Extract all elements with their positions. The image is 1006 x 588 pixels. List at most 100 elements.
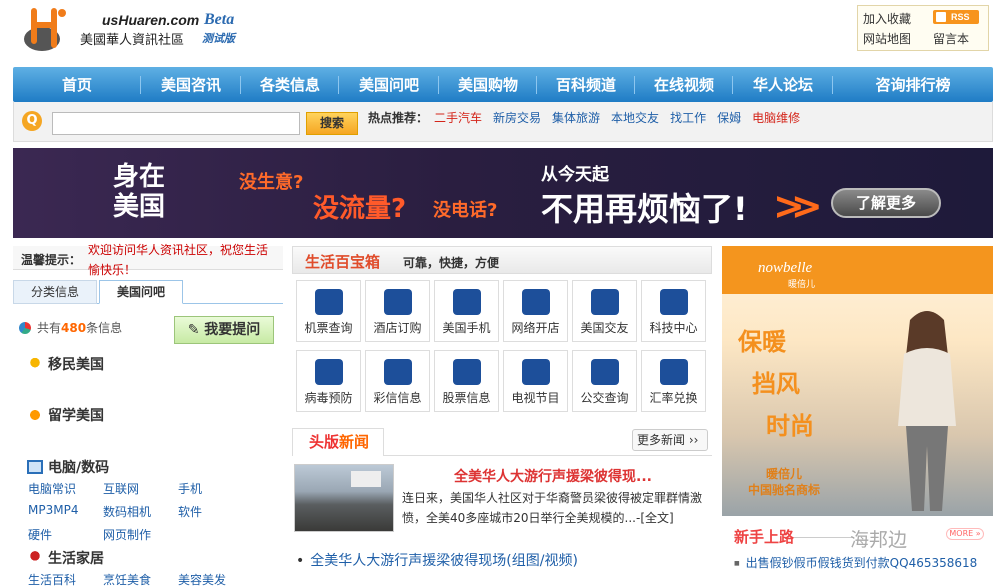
tool-antenna[interactable]: 科技中心 xyxy=(641,280,706,342)
sitemap-link[interactable]: 网站地图 xyxy=(863,30,911,47)
category-study-abroad[interactable]: 留学美国 xyxy=(27,405,104,425)
flower-icon xyxy=(27,408,43,422)
tool-label: 股票信息 xyxy=(442,391,491,405)
tool-label: 网络开店 xyxy=(511,321,560,335)
middle-column: 生活百宝箱 可靠，快捷，方便 机票查询 酒店订购 美国手机 网络开店 美国交友 科技中心病… xyxy=(292,246,713,578)
hot-link-3[interactable]: 本地交友 xyxy=(611,109,659,126)
link-pc-basics[interactable]: 电脑常识 xyxy=(28,480,103,497)
link-mobile[interactable]: 手机 xyxy=(178,480,253,497)
link-hardware[interactable]: 硬件 xyxy=(28,526,103,543)
category-immigration[interactable]: 移民美国 xyxy=(27,354,104,374)
tool-people[interactable]: 美国交友 xyxy=(572,280,637,342)
tool-label: 科技中心 xyxy=(649,321,698,335)
category-computer[interactable]: 电脑/数码 xyxy=(27,457,109,477)
hot-label: 热点推荐： xyxy=(368,111,429,125)
newbie-link[interactable]: 出售假钞假币假钱货到付款QQ465358618 xyxy=(734,554,978,571)
top-links-box: 加入收藏 网站地图 留言本 RSS xyxy=(857,5,989,51)
tab-classifieds[interactable]: 分类信息 xyxy=(13,280,97,304)
news-title: 头版新闻 xyxy=(292,428,384,456)
link-life-tips[interactable]: 生活百科 xyxy=(28,571,103,588)
banner-text-3: 没流量? xyxy=(313,194,407,224)
tool-chart-screen[interactable]: 股票信息 xyxy=(434,350,499,412)
link-camera[interactable]: 数码相机 xyxy=(103,503,178,520)
link-web-design[interactable]: 网页制作 xyxy=(103,526,178,543)
tip-bar: 温馨提示： 欢迎访问华人资讯社区，祝您生活愉快乐！ xyxy=(13,243,283,277)
tool-label: 美国手机 xyxy=(442,321,491,335)
logo-site-name: 美國華人資訊社區 xyxy=(80,33,185,48)
chart-screen-icon xyxy=(452,359,481,385)
tool-label: 机票查询 xyxy=(304,321,353,335)
toolbox-grid: 机票查询 酒店订购 美国手机 网络开店 美国交友 科技中心病毒预防 彩信信息 股票信息 电视节目… xyxy=(296,280,710,412)
search-button[interactable]: 搜索 xyxy=(306,112,358,135)
search-input[interactable] xyxy=(52,112,300,135)
guestbook-link[interactable]: 留言本 xyxy=(933,30,969,47)
search-bar: Q 搜索 热点推荐： 二手汽车 新房交易 集体旅游 本地交友 找工作 保姆 电脑维修 xyxy=(13,102,993,142)
rss-button[interactable]: RSS xyxy=(933,10,979,24)
tool-phone[interactable]: 美国手机 xyxy=(434,280,499,342)
link-mp3[interactable]: MP3MP4 xyxy=(28,503,103,520)
tool-plane[interactable]: 机票查询 xyxy=(296,280,361,342)
nav-ranking[interactable]: 咨询排行榜 xyxy=(833,67,993,102)
category-home-life[interactable]: 生活家居 xyxy=(27,548,104,568)
hot-link-1[interactable]: 新房交易 xyxy=(493,109,541,126)
nav-us-shopping[interactable]: 美国购物 xyxy=(439,67,537,102)
side-ad[interactable]: nowbelle 暖倍儿 保暖 挡风 时尚 暖倍儿 中国驰名商标 xyxy=(722,246,993,516)
link-cooking[interactable]: 烹饪美食 xyxy=(103,571,178,588)
news-list-item[interactable]: 全美华人大游行声援梁彼得现场(组图/视频) xyxy=(296,550,578,570)
more-news-button[interactable]: 更多新闻 ›› xyxy=(632,429,708,451)
nav-encyclopedia[interactable]: 百科频道 xyxy=(537,67,635,102)
banner-text-2: 没生意? xyxy=(239,172,304,193)
toolbox-title: 生活百宝箱 xyxy=(305,253,381,271)
home-life-links: 生活百科 烹饪美食 美容美发 xyxy=(28,571,253,588)
tip-message: 欢迎访问华人资讯社区，祝您生活愉快乐！ xyxy=(88,243,269,277)
ad-brand: nowbelle xyxy=(758,260,813,276)
tool-scale[interactable]: 汇率兑换 xyxy=(641,350,706,412)
newbie-title: 新手上路 xyxy=(734,528,795,546)
link-software[interactable]: 软件 xyxy=(178,503,253,520)
tool-building[interactable]: 酒店订购 xyxy=(365,280,430,342)
card-icon xyxy=(383,359,412,385)
nav-home[interactable]: 首页 xyxy=(13,67,141,102)
divider xyxy=(794,537,854,538)
tool-label: 美国交友 xyxy=(580,321,629,335)
hot-link-0[interactable]: 二手汽车 xyxy=(434,109,482,126)
news-headline[interactable]: 全美华人大游行声援梁彼得现... xyxy=(454,466,652,486)
learn-more-button[interactable]: 了解更多 xyxy=(831,188,941,218)
hot-link-4[interactable]: 找工作 xyxy=(670,109,706,126)
tool-card[interactable]: 彩信信息 xyxy=(365,350,430,412)
nav-video[interactable]: 在线视频 xyxy=(635,67,733,102)
ask-question-button[interactable]: ✎ 我要提问 xyxy=(174,316,274,344)
logo-mark-icon xyxy=(24,8,66,51)
nav-us-qa[interactable]: 美国问吧 xyxy=(339,67,439,102)
news-thumbnail[interactable] xyxy=(294,464,394,532)
nav-classifieds[interactable]: 各类信息 xyxy=(241,67,339,102)
link-beauty[interactable]: 美容美发 xyxy=(178,571,253,588)
nav-us-news[interactable]: 美国咨讯 xyxy=(141,67,241,102)
add-favorite-link[interactable]: 加入收藏 xyxy=(863,10,911,27)
hot-link-5[interactable]: 保姆 xyxy=(717,109,741,126)
promo-banner[interactable]: 身在美国 没生意? 没流量? 没电话? 从今天起 不用再烦恼了! >> 了解更多 xyxy=(13,148,993,238)
ad-brand-cn: 暖倍儿 xyxy=(788,280,816,290)
tool-bus[interactable]: 公交查询 xyxy=(572,350,637,412)
more-button[interactable]: MORE » xyxy=(946,528,984,540)
link-internet[interactable]: 互联网 xyxy=(103,480,178,497)
computer-links: 电脑常识 互联网 手机 MP3MP4 数码相机 软件 硬件 网页制作 xyxy=(28,480,253,543)
tool-medical-cross[interactable]: 病毒预防 xyxy=(296,350,361,412)
tab-us-qa[interactable]: 美国问吧 xyxy=(99,280,183,304)
news-header: 头版新闻 更多新闻 ›› xyxy=(292,426,712,456)
people-icon xyxy=(590,289,619,315)
pie-chart-icon xyxy=(19,322,31,334)
hot-link-2[interactable]: 集体旅游 xyxy=(552,109,600,126)
site-logo[interactable]: usHuaren.com 美國華人資訊社區 Beta 测试版 xyxy=(22,5,282,55)
left-column: 温馨提示： 欢迎访问华人资讯社区，祝您生活愉快乐！ 分类信息 美国问吧 共有48… xyxy=(13,243,283,587)
hot-link-6[interactable]: 电脑维修 xyxy=(752,109,800,126)
tool-tv[interactable]: 电视节目 xyxy=(503,350,568,412)
nav-forum[interactable]: 华人论坛 xyxy=(733,67,833,102)
tool-label: 汇率兑换 xyxy=(649,391,698,405)
main-nav: 首页 美国咨讯 各类信息 美国问吧 美国购物 百科频道 在线视频 华人论坛 咨询… xyxy=(13,67,993,102)
ad-word-3: 时尚 xyxy=(766,412,814,440)
toolbox-header: 生活百宝箱 可靠，快捷，方便 xyxy=(292,246,712,274)
arrow-right-icon: >> xyxy=(773,184,823,228)
question-count: 共有480条信息 xyxy=(19,319,122,336)
tool-monitor[interactable]: 网络开店 xyxy=(503,280,568,342)
